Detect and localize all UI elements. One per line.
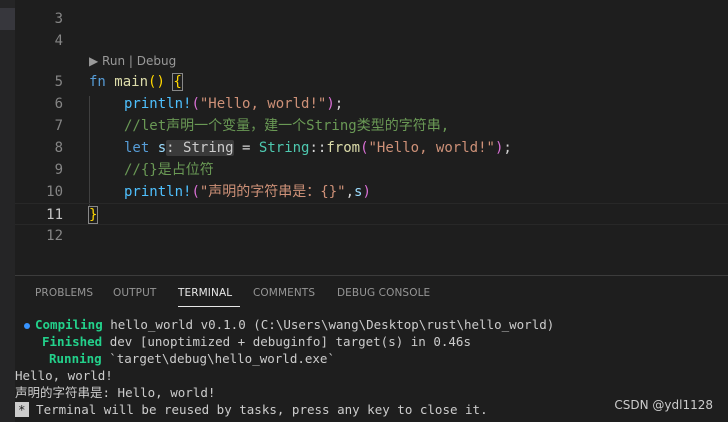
equals: = bbox=[233, 140, 259, 156]
line-number: 3 bbox=[54, 11, 63, 27]
watermark: CSDN @ydl1128 bbox=[614, 398, 713, 412]
path-sep: :: bbox=[309, 140, 327, 156]
terminal-text: hello_world v0.1.0 (C:\Users\wang\Deskto… bbox=[102, 317, 555, 332]
editor-line-7: 7 //let声明一个变量，建一个String类型的字符串, bbox=[15, 115, 728, 137]
keyword-fn: fn bbox=[89, 74, 106, 90]
status-label: Running bbox=[49, 351, 102, 366]
editor-line-4: 4 bbox=[15, 30, 728, 52]
terminal-line: Running `target\debug\hello_world.exe` bbox=[49, 350, 335, 367]
macro: println! bbox=[124, 96, 192, 112]
paren: ( bbox=[191, 96, 200, 112]
macro: println! bbox=[124, 184, 192, 200]
line-number: 10 bbox=[46, 184, 63, 200]
line-number: 12 bbox=[46, 228, 63, 244]
fn-call: from bbox=[326, 140, 361, 156]
code-text: let s: String = String::from("Hello, wor… bbox=[124, 137, 512, 159]
status-label: Finished bbox=[42, 334, 103, 349]
string-literal: "Hello, world!" bbox=[199, 96, 327, 112]
editor-line-8: 8 let s: String = String::from("Hello, w… bbox=[15, 137, 728, 159]
terminal-status-dot-icon bbox=[24, 323, 30, 329]
code-text: println!("Hello, world!"); bbox=[124, 93, 343, 115]
bottom-panel: PROBLEMS OUTPUT TERMINAL COMMENTS DEBUG … bbox=[15, 275, 728, 422]
terminal-marker: * bbox=[15, 402, 29, 417]
run-debug-codelens[interactable]: ▶ Run | Debug bbox=[89, 52, 176, 70]
editor-line-6: 6 println!("Hello, world!"); bbox=[15, 93, 728, 115]
code-editor[interactable]: 3 4 ▶ Run | Debug 5 fn main() { 6 printl… bbox=[15, 0, 728, 275]
code-text: } bbox=[87, 204, 99, 226]
line-number: 7 bbox=[54, 118, 63, 134]
semicolon: ; bbox=[503, 140, 512, 156]
tab-debug-console[interactable]: DEBUG CONSOLE bbox=[337, 287, 430, 299]
terminal-line: * Terminal will be reused by tasks, pres… bbox=[15, 401, 488, 418]
tab-terminal[interactable]: TERMINAL bbox=[178, 287, 232, 299]
line-number: 6 bbox=[54, 96, 63, 112]
comment: //let声明一个变量，建一个String类型的字符串, bbox=[124, 118, 450, 134]
fn-name: main bbox=[114, 74, 149, 90]
activity-strip bbox=[0, 0, 15, 422]
paren: ) bbox=[362, 184, 371, 200]
terminal-text: Terminal will be reused by tasks, press … bbox=[28, 402, 488, 417]
code-text: println!("声明的字符串是：{}",s) bbox=[124, 181, 371, 203]
activity-marker[interactable] bbox=[0, 8, 15, 30]
editor-line-11-current: 11 } bbox=[15, 203, 728, 225]
editor-line-10: 10 println!("声明的字符串是：{}",s) bbox=[15, 181, 728, 203]
line-number: 5 bbox=[54, 74, 63, 90]
variable: s bbox=[157, 140, 167, 156]
status-label: Compiling bbox=[35, 317, 103, 332]
string-literal: "Hello, world!" bbox=[368, 140, 495, 156]
parens: () bbox=[148, 74, 165, 90]
paren: ( bbox=[191, 184, 200, 200]
tab-output[interactable]: OUTPUT bbox=[113, 287, 156, 299]
tab-problems[interactable]: PROBLEMS bbox=[35, 287, 93, 299]
terminal-line: Finished dev [unoptimized + debuginfo] t… bbox=[42, 333, 471, 350]
code-text: fn main() { bbox=[89, 71, 183, 93]
editor-line-5: 5 fn main() { bbox=[15, 71, 728, 93]
paren: ( bbox=[360, 140, 369, 156]
tab-comments[interactable]: COMMENTS bbox=[253, 287, 315, 299]
terminal-line: 声明的字符串是: Hello, world! bbox=[15, 385, 216, 400]
line-number: 9 bbox=[54, 162, 63, 178]
keyword-let: let bbox=[124, 140, 150, 156]
editor-line-9: 9 //{}是占位符 bbox=[15, 159, 728, 181]
paren: ) bbox=[326, 96, 335, 112]
editor-line-3: 3 bbox=[15, 8, 728, 30]
panel-tabs: PROBLEMS OUTPUT TERMINAL COMMENTS DEBUG … bbox=[15, 276, 728, 312]
active-tab-indicator bbox=[178, 306, 240, 307]
type-hint: : String bbox=[166, 140, 234, 156]
terminal-line: Hello, world! bbox=[15, 368, 113, 383]
line-number: 11 bbox=[46, 207, 63, 223]
line-number: 8 bbox=[54, 140, 63, 156]
line-number: 4 bbox=[54, 33, 63, 49]
comment: //{}是占位符 bbox=[124, 162, 214, 178]
string-literal: "声明的字符串是：{}" bbox=[199, 184, 346, 200]
close-brace: } bbox=[87, 206, 99, 224]
type-name: String bbox=[258, 140, 310, 156]
comma: , bbox=[345, 184, 355, 200]
terminal-text: `target\debug\hello_world.exe` bbox=[101, 351, 335, 366]
editor-line-12: 12 bbox=[15, 225, 728, 247]
semicolon: ; bbox=[334, 96, 344, 112]
terminal-line: Compiling hello_world v0.1.0 (C:\Users\w… bbox=[35, 316, 554, 333]
terminal-text: dev [unoptimized + debuginfo] target(s) … bbox=[102, 334, 471, 349]
open-brace: { bbox=[172, 73, 183, 91]
